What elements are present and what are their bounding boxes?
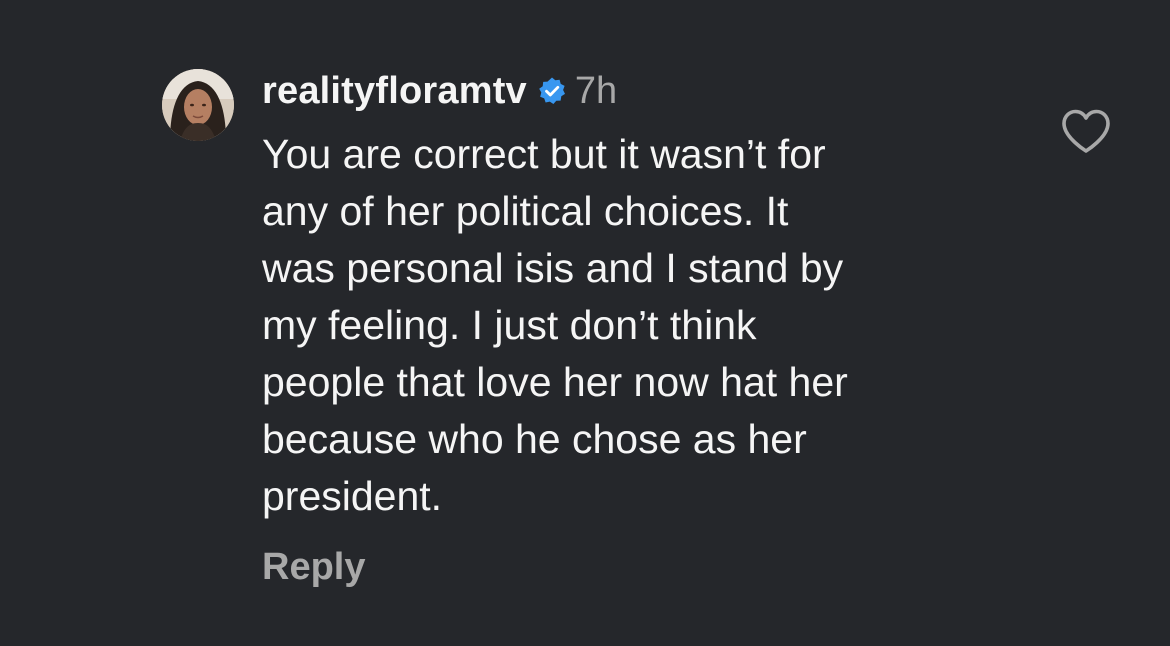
- verified-badge-icon: [537, 76, 567, 106]
- comment-header: realityfloramtv 7h: [262, 66, 617, 116]
- reply-button[interactable]: Reply: [262, 546, 365, 589]
- avatar[interactable]: [162, 69, 234, 141]
- like-button[interactable]: [1060, 108, 1112, 156]
- timestamp: 7h: [574, 69, 618, 112]
- avatar-photo: [162, 69, 234, 141]
- username[interactable]: realityfloramtv: [262, 70, 527, 113]
- comment: realityfloramtv 7h You are correct but i…: [0, 0, 1170, 646]
- comment-text: You are correct but it wasn’t for any of…: [262, 131, 848, 519]
- heart-outline-icon: [1062, 109, 1110, 153]
